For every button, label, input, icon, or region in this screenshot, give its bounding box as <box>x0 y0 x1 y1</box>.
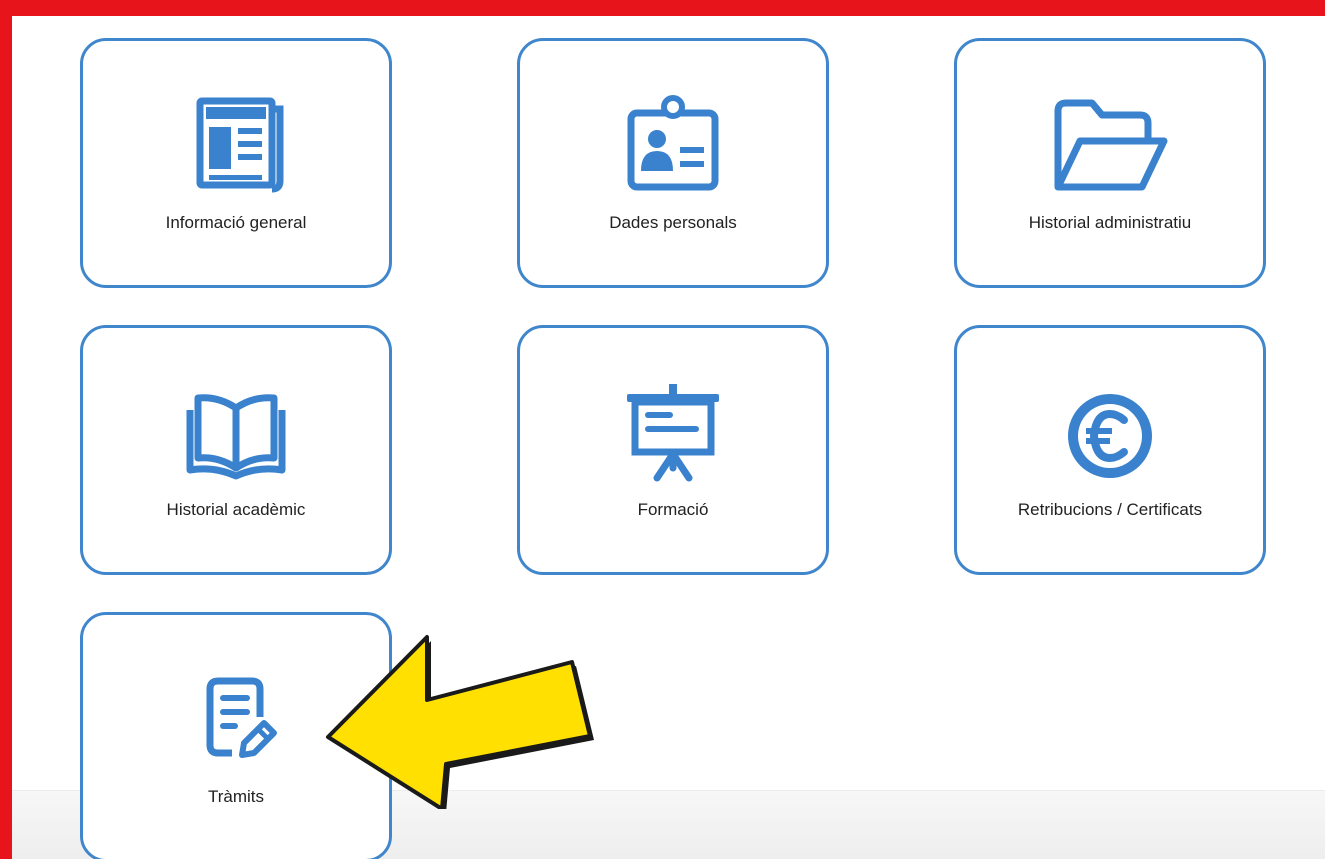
tile-label: Formació <box>637 500 709 519</box>
tile-label: Dades personals <box>609 213 737 232</box>
presentation-board-icon <box>613 382 733 482</box>
id-badge-icon <box>613 95 733 195</box>
tile-label: Historial administratiu <box>1028 213 1192 232</box>
newspaper-icon <box>176 95 296 195</box>
tile-label: Retribucions / Certificats <box>1017 500 1203 519</box>
tile-formacio[interactable]: Formació <box>517 325 829 575</box>
tile-historial-academic[interactable]: Historial acadèmic <box>80 325 392 575</box>
tile-retribucions-certificats[interactable]: Retribucions / Certificats <box>954 325 1266 575</box>
tile-historial-administratiu[interactable]: Historial administratiu <box>954 38 1266 288</box>
tile-tramits[interactable]: Tràmits <box>80 612 392 859</box>
document-edit-icon <box>176 669 296 769</box>
tile-label: Informació general <box>165 213 307 232</box>
euro-coin-icon <box>1050 382 1170 482</box>
tile-label: Tràmits <box>207 787 265 806</box>
tile-informacio-general[interactable]: Informació general <box>80 38 392 288</box>
folder-open-icon <box>1050 95 1170 195</box>
tile-label: Historial acadèmic <box>166 500 306 519</box>
tile-dades-personals[interactable]: Dades personals <box>517 38 829 288</box>
open-book-icon <box>176 382 296 482</box>
